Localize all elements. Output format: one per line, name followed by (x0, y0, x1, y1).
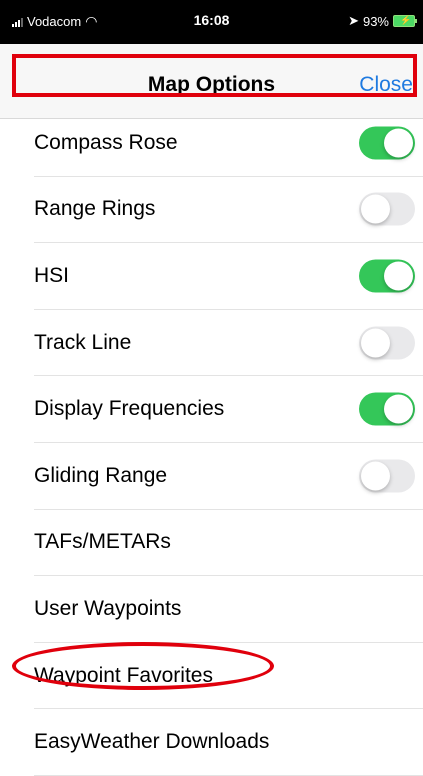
location-arrow-icon: ➤ (348, 13, 359, 28)
toggle-knob (361, 194, 390, 224)
toggle-knob (361, 328, 390, 358)
list-item[interactable]: EasyWeather Downloads (34, 709, 423, 776)
list-item[interactable]: Display Frequencies (34, 376, 423, 443)
status-bar: Vodacom ◠ 16:08 ➤ 93% ⚡ (0, 0, 423, 44)
toggle-switch[interactable] (359, 326, 415, 360)
list-item-label: Compass Rose (34, 130, 178, 154)
toggle-knob (361, 461, 390, 491)
list-item[interactable]: User Waypoints (34, 576, 423, 643)
toggle-switch[interactable] (359, 392, 415, 426)
toggle-switch[interactable] (359, 459, 415, 493)
highlight-oval-annotation (12, 642, 274, 690)
list-item[interactable]: TAFs/METARs (34, 510, 423, 577)
charging-bolt-icon: ⚡ (400, 15, 412, 25)
nav-highlight-annotation (12, 54, 417, 97)
toggle-knob (384, 261, 413, 291)
list-item-label: HSI (34, 263, 70, 287)
toggle-switch[interactable] (359, 259, 415, 293)
list-item-label: Gliding Range (34, 463, 168, 487)
status-right: ➤ 93% ⚡ (348, 13, 417, 29)
list-item-label: Track Line (34, 330, 132, 354)
list-item-label: Range Rings (34, 197, 156, 221)
list-item[interactable]: Compass Rose (34, 110, 423, 177)
list-item[interactable]: Track Line (34, 310, 423, 377)
list-item[interactable]: Range Rings (34, 177, 423, 244)
list-item[interactable]: HSI (34, 243, 423, 310)
toggle-switch[interactable] (359, 126, 415, 160)
battery-percent: 93% (362, 13, 389, 29)
battery-icon: ⚡ (393, 15, 417, 27)
list-item-label: User Waypoints (34, 596, 182, 620)
list-item-label: TAFs/METARs (34, 530, 171, 554)
toggle-switch[interactable] (359, 192, 415, 226)
list-item-label: EasyWeather Downloads (34, 730, 270, 754)
list-item[interactable]: Gliding Range (34, 443, 423, 510)
toggle-knob (384, 394, 413, 424)
list-item-label: Display Frequencies (34, 397, 225, 421)
toggle-knob (384, 128, 413, 158)
